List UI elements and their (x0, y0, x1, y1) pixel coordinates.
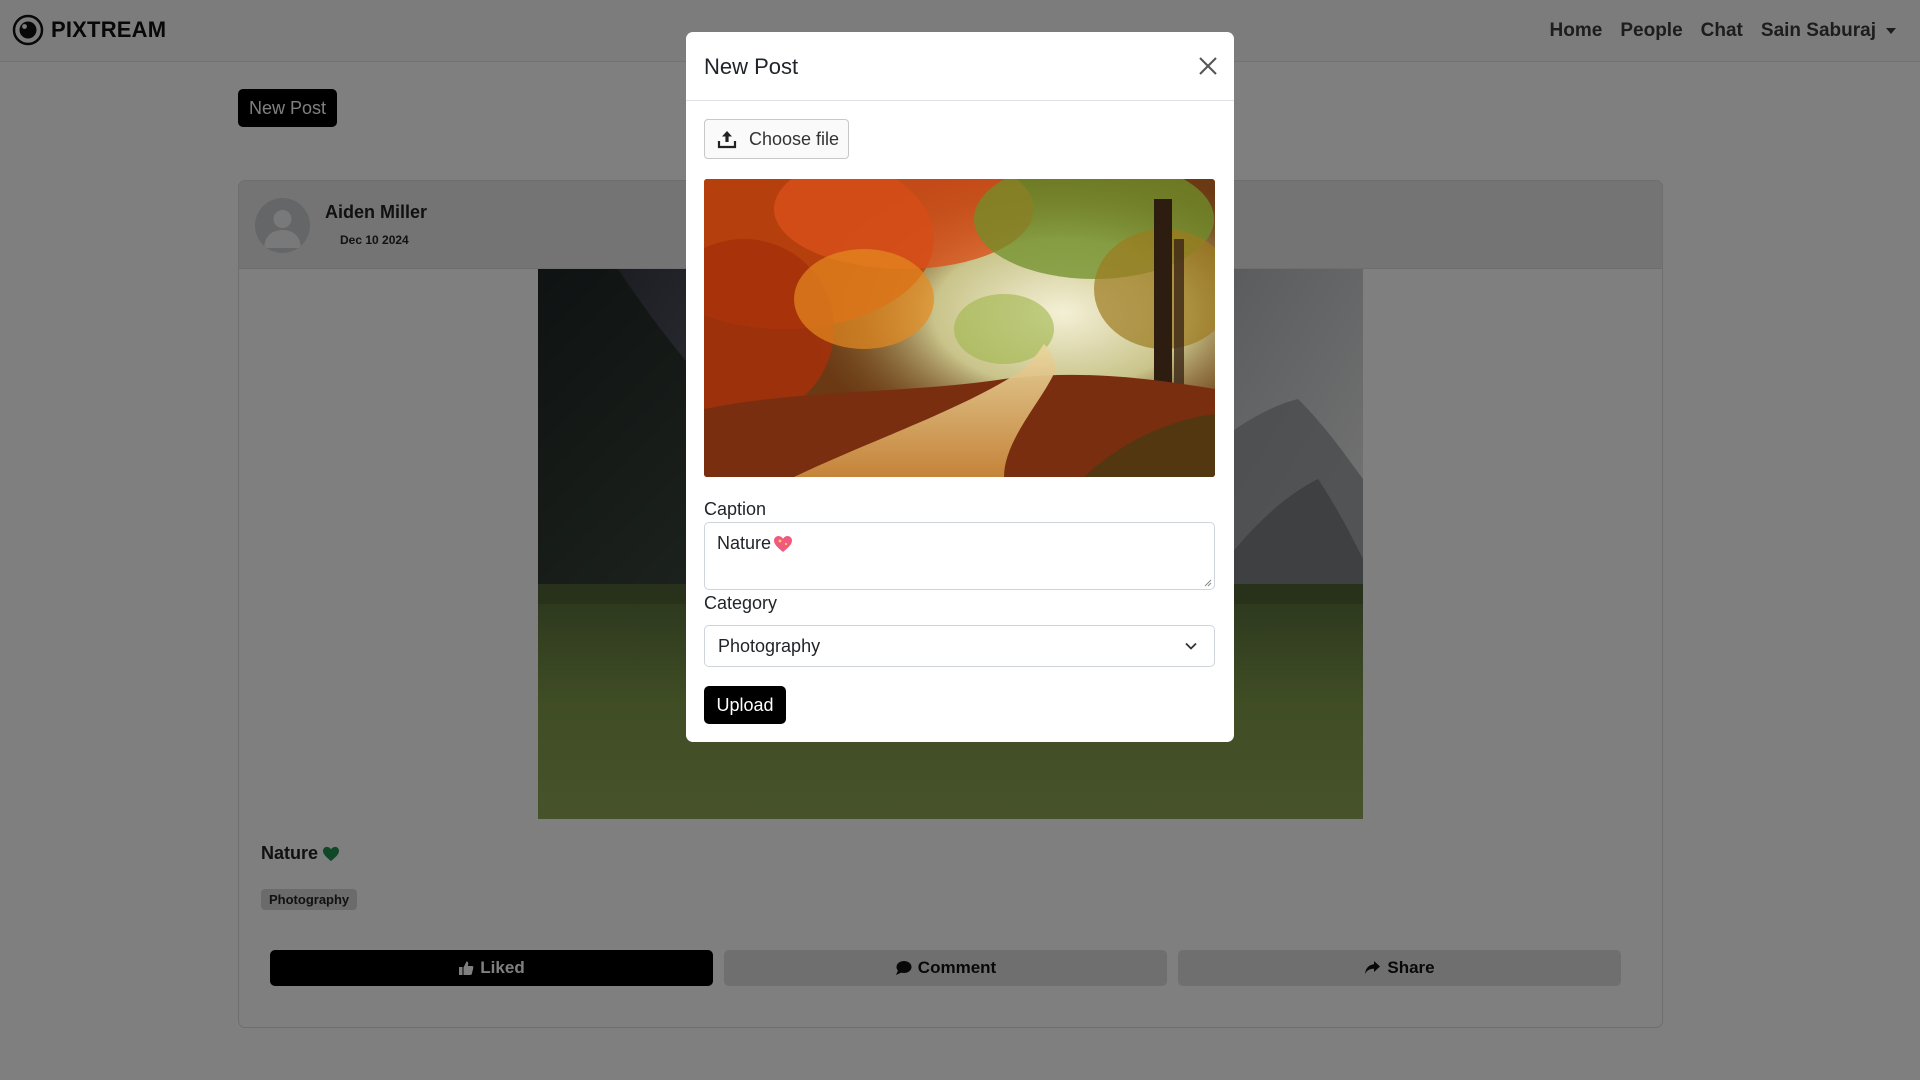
choose-file-button[interactable]: Choose file (704, 119, 849, 159)
modal-header: New Post (686, 32, 1234, 101)
close-icon[interactable] (1196, 54, 1220, 78)
new-post-modal: New Post Choose file Caption Nature Cate… (686, 32, 1234, 742)
choose-file-label: Choose file (749, 128, 840, 149)
caption-label: Caption (704, 499, 767, 519)
category-value: Photography (718, 635, 821, 656)
category-select[interactable]: Photography (704, 625, 1215, 667)
caption-field[interactable]: Nature (704, 522, 1215, 590)
caption-value: Nature (717, 533, 772, 553)
modal-title: New Post (704, 54, 799, 79)
upload-button[interactable]: Upload (704, 686, 786, 724)
sparkling-heart-icon (774, 536, 793, 552)
resize-grip-icon[interactable] (1204, 579, 1212, 587)
category-label: Category (704, 593, 778, 613)
chevron-down-icon (1185, 642, 1197, 650)
image-preview (704, 179, 1215, 477)
upload-icon (717, 131, 737, 149)
